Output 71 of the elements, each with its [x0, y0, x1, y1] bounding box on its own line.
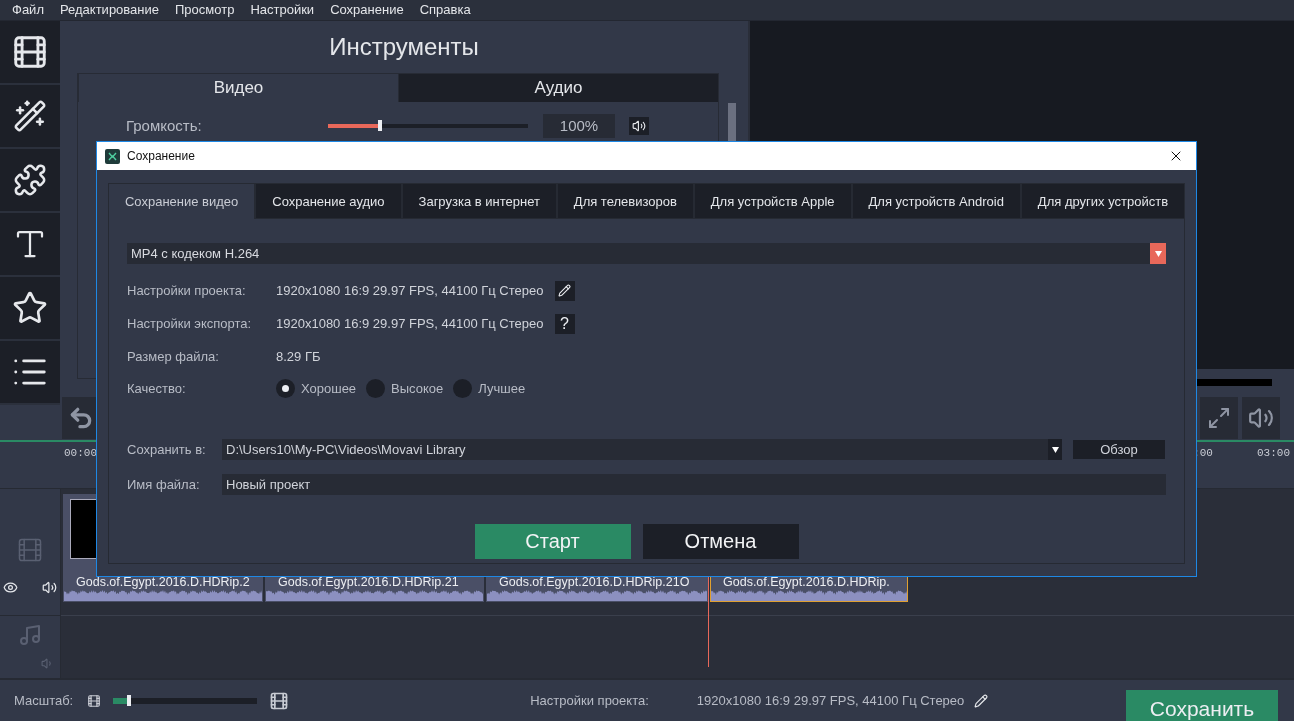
- quality-label: Качество:: [127, 381, 187, 396]
- speaker-icon[interactable]: [632, 118, 646, 133]
- menu-item[interactable]: Сохранение: [322, 2, 412, 18]
- setting-value: 1920x1080 16:9 29.97 FPS, 44100 Гц Стерео: [276, 316, 544, 331]
- tab[interactable]: Загрузка в интернет: [401, 183, 557, 219]
- tab[interactable]: Для других устройств: [1020, 183, 1186, 219]
- volume-reading: 100%: [543, 113, 615, 138]
- scale-label: Масштаб:: [14, 693, 74, 708]
- clip-label: Gods.of.Egypt.2016.D.HDRip.2: [75, 574, 251, 590]
- menu-item[interactable]: Редактирование: [51, 2, 167, 18]
- tab[interactable]: Для телевизоров: [556, 183, 694, 219]
- app-icon: [105, 148, 120, 164]
- clip-label: Gods.of.Egypt.2016.D.HDRip.21O: [498, 574, 691, 590]
- tab[interactable]: Видео: [78, 72, 398, 102]
- music-note-icon: [18, 623, 42, 648]
- fullscreen-button[interactable]: [1200, 396, 1238, 439]
- setting-label: Настройки экспорта:: [127, 316, 253, 331]
- menu-item[interactable]: Просмотр: [167, 2, 243, 18]
- volume-label: Громкость:: [126, 117, 203, 135]
- help-button[interactable]: ?: [554, 313, 575, 334]
- start-button[interactable]: Старт: [474, 524, 631, 559]
- puzzle-icon[interactable]: [13, 162, 47, 197]
- eye-icon[interactable]: [3, 579, 18, 595]
- tab[interactable]: Для устройств Android: [851, 183, 1021, 219]
- file-name-field[interactable]: Новый проект: [222, 474, 1166, 495]
- save-button[interactable]: Сохранить: [1126, 690, 1278, 721]
- radio-button[interactable]: [366, 379, 386, 398]
- volume-slider[interactable]: [328, 123, 528, 128]
- pencil-icon[interactable]: [974, 693, 989, 708]
- zoom-slider[interactable]: [113, 697, 258, 704]
- setting-label: Размер файла:: [127, 349, 220, 364]
- setting-label: Настройки проекта:: [127, 283, 247, 298]
- settings-label: Настройки проекта:: [530, 693, 649, 708]
- setting-value: 1920x1080 16:9 29.97 FPS, 44100 Гц Стерео: [276, 283, 544, 298]
- menu-item[interactable]: Настройки: [242, 2, 323, 18]
- tab[interactable]: Сохранение аудио: [255, 183, 402, 219]
- radio-label: Лучшее: [478, 381, 526, 396]
- dialog-title: Сохранение: [127, 149, 196, 163]
- time-label: 03:00: [1257, 446, 1290, 461]
- scrollbar[interactable]: [728, 102, 736, 143]
- tab[interactable]: Сохранение видео: [108, 183, 256, 219]
- radio-label: Хорошее: [301, 381, 357, 396]
- film-icon[interactable]: [269, 690, 290, 711]
- panel-title: Инструменты: [328, 31, 480, 62]
- star-sticker-icon[interactable]: [12, 289, 48, 326]
- magic-wand-icon[interactable]: [13, 98, 47, 133]
- clip-label: Gods.of.Egypt.2016.D.HDRip.: [722, 574, 891, 590]
- setting-value: 8.29 ГБ: [276, 349, 321, 364]
- tab[interactable]: Аудио: [398, 72, 718, 102]
- field-label: Имя файла:: [127, 477, 201, 492]
- fullscreen-icon: [1207, 405, 1231, 430]
- edit-button[interactable]: [554, 280, 575, 301]
- radio-button[interactable]: [276, 379, 295, 398]
- speaker-icon[interactable]: [42, 579, 57, 595]
- menu-item[interactable]: Справка: [411, 2, 479, 18]
- dropdown-arrow-icon: [1051, 446, 1059, 453]
- field-label: Сохранить в:: [127, 442, 207, 457]
- radio-label: Высокое: [391, 381, 444, 396]
- clip-label: Gods.of.Egypt.2016.D.HDRip.21: [277, 574, 460, 590]
- tab[interactable]: Для устройств Apple: [693, 183, 852, 219]
- cancel-button[interactable]: Отмена: [642, 524, 799, 559]
- time-label: 00:00: [64, 446, 97, 461]
- radio-button[interactable]: [453, 379, 473, 398]
- path-dropdown[interactable]: D:\Users10\My-PC\Videos\Movavi Library: [222, 439, 1062, 460]
- dropdown-arrow-icon: [1154, 250, 1162, 257]
- film-icon[interactable]: [87, 693, 102, 708]
- volume-button[interactable]: [1242, 396, 1280, 439]
- format-dropdown[interactable]: MP4 с кодеком H.264: [127, 243, 1166, 264]
- browse-button[interactable]: Обзор: [1073, 440, 1165, 459]
- settings-value: 1920x1080 16:9 29.97 FPS, 44100 Гц Стерео: [696, 693, 965, 708]
- menu-item[interactable]: Файл: [4, 2, 52, 18]
